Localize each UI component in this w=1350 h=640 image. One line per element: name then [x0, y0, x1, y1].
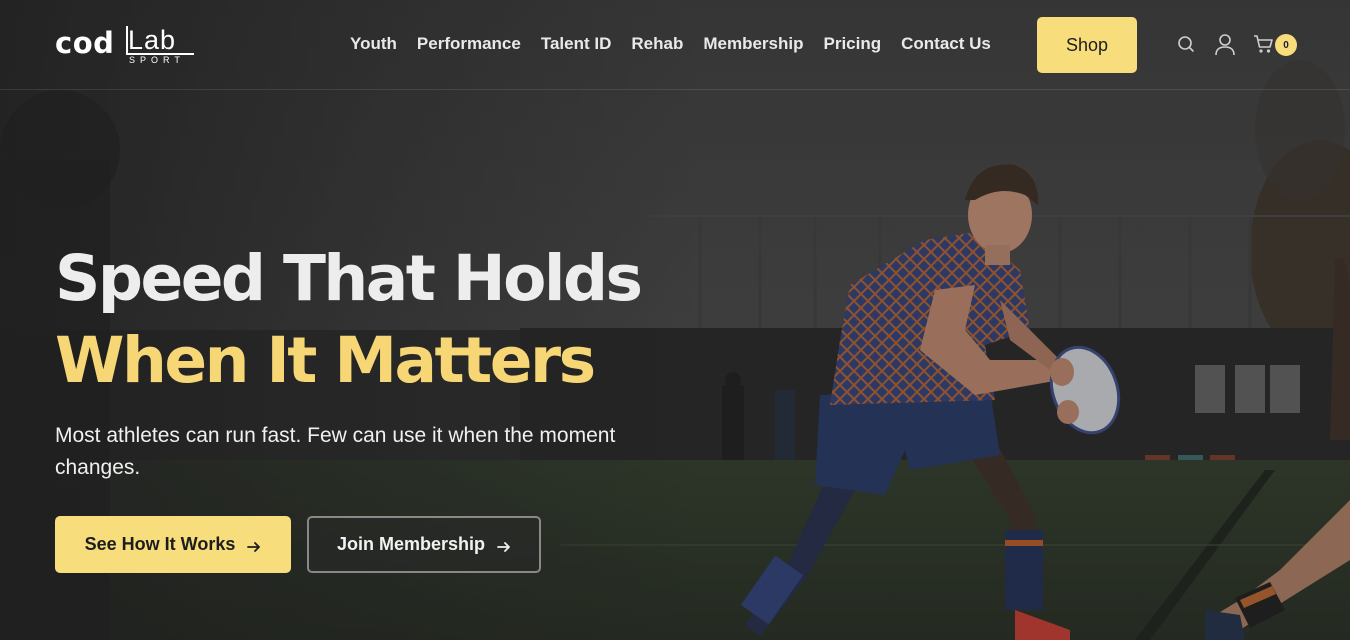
logo-subtitle: SPORT: [129, 55, 185, 65]
nav-item-talent-id[interactable]: Talent ID: [541, 33, 612, 55]
search-icon[interactable]: [1175, 32, 1199, 56]
join-membership-label: Join Membership: [336, 534, 486, 554]
arrow-right-icon: [497, 538, 511, 552]
shop-button[interactable]: Shop: [1037, 17, 1137, 73]
site-header: cod Lab SPORT Youth Performance Talent I…: [0, 0, 1350, 90]
cart-count-badge: 0: [1275, 34, 1297, 56]
nav-item-youth[interactable]: Youth: [350, 33, 397, 55]
logo-wordmark-secondary: Lab: [128, 25, 177, 55]
nav-item-membership[interactable]: Membership: [703, 33, 803, 55]
nav-item-pricing[interactable]: Pricing: [823, 33, 881, 55]
arrow-right-icon: [247, 538, 261, 552]
cart-icon[interactable]: [1252, 32, 1276, 56]
nav-item-contact-us[interactable]: Contact Us: [901, 33, 991, 55]
hero-headline-line-1: Speed That Holds: [55, 242, 643, 315]
logo-wordmark-main: cod: [55, 26, 115, 60]
see-how-it-works-label: See How It Works: [84, 534, 236, 554]
main-nav: Youth Performance Talent ID Rehab Member…: [350, 33, 1011, 55]
hero-headline: Speed That Holds When It Matters: [55, 238, 643, 402]
site-logo[interactable]: cod Lab SPORT: [55, 24, 200, 68]
hero-headline-line-2: When It Matters: [55, 324, 596, 397]
join-membership-button[interactable]: Join Membership: [307, 516, 541, 573]
see-how-it-works-button[interactable]: See How It Works: [55, 516, 291, 573]
user-icon[interactable]: [1213, 32, 1237, 56]
nav-item-performance[interactable]: Performance: [417, 33, 521, 55]
nav-item-rehab[interactable]: Rehab: [631, 33, 683, 55]
hero-subtitle: Most athletes can run fast. Few can use …: [55, 424, 616, 479]
